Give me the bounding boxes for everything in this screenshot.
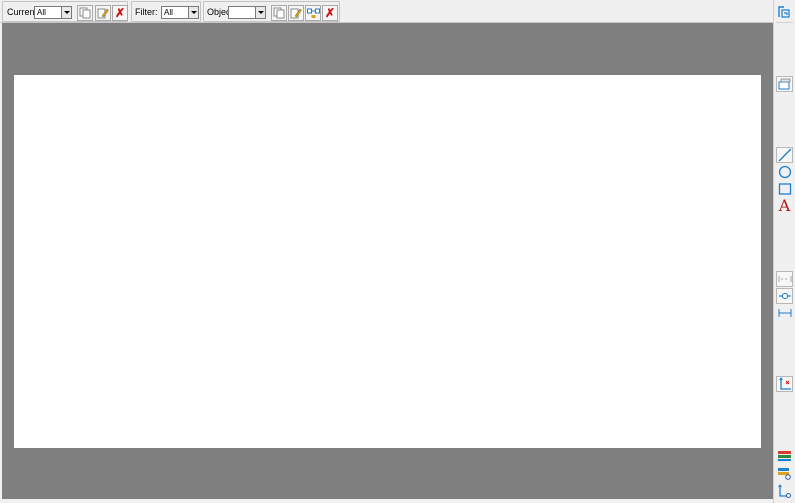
tree-icon (778, 484, 791, 498)
layer-button[interactable] (776, 448, 793, 464)
layer-settings-button[interactable] (776, 465, 793, 481)
drawing-viewport[interactable] (2, 23, 773, 499)
circle-icon (778, 165, 791, 179)
chevron-down-icon[interactable] (61, 7, 71, 18)
text-tool-button[interactable]: A (776, 198, 793, 214)
rectangle-tool-button[interactable] (776, 181, 793, 197)
chevron-down-icon[interactable] (188, 7, 198, 18)
edit-button[interactable] (95, 5, 111, 21)
filter-label: Filter: (135, 7, 158, 17)
tool-palette: A (773, 0, 795, 503)
tree-button[interactable] (776, 483, 793, 499)
drawing-sheet[interactable] (14, 75, 761, 448)
rectangle-icon (778, 183, 791, 195)
copy-button[interactable] (77, 5, 93, 21)
chevron-down-icon[interactable] (255, 7, 265, 18)
horizontal-spacing-icon (778, 276, 791, 282)
top-toolbar: Current: All ✗ Filter: All Object: ✗ (0, 0, 773, 23)
dimension-button[interactable] (776, 305, 793, 321)
view-button[interactable] (776, 4, 793, 20)
separator (776, 22, 793, 23)
window-icon (778, 78, 791, 90)
view-icon (778, 6, 790, 18)
delete-button[interactable]: ✗ (112, 5, 128, 21)
filter-group: Filter: All (131, 1, 201, 22)
edit-icon (290, 8, 302, 19)
current-select[interactable]: All (34, 6, 72, 19)
filter-select[interactable]: All (161, 6, 199, 19)
horizontal-spacing-button[interactable] (776, 271, 793, 287)
dimension-icon (778, 309, 791, 317)
link-icon (778, 293, 791, 299)
connect-icon (306, 8, 320, 18)
object-group: Object: ✗ (203, 1, 340, 22)
delete-icon: ✗ (114, 6, 126, 20)
edit-icon (97, 8, 109, 19)
object-delete-button[interactable]: ✗ (322, 5, 338, 21)
layer-settings-icon (778, 467, 791, 480)
copy-icon (79, 7, 91, 19)
layer-icon (778, 451, 791, 461)
object-connect-button[interactable] (305, 5, 321, 21)
line-tool-button[interactable] (776, 147, 793, 163)
delete-icon: ✗ (324, 6, 336, 20)
object-copy-button[interactable] (271, 5, 287, 21)
line-icon (778, 148, 791, 162)
status-strip (0, 499, 773, 503)
text-icon: A (778, 196, 791, 215)
link-button[interactable] (776, 288, 793, 304)
circle-tool-button[interactable] (776, 164, 793, 180)
filter-select-value: All (164, 8, 173, 17)
axis-icon (778, 377, 791, 390)
object-select[interactable] (228, 6, 266, 19)
window-button[interactable] (776, 76, 793, 92)
current-select-value: All (37, 8, 46, 17)
current-group: Current: All ✗ (2, 1, 128, 22)
copy-icon (273, 7, 285, 19)
object-edit-button[interactable] (288, 5, 304, 21)
axis-button[interactable] (776, 376, 793, 392)
